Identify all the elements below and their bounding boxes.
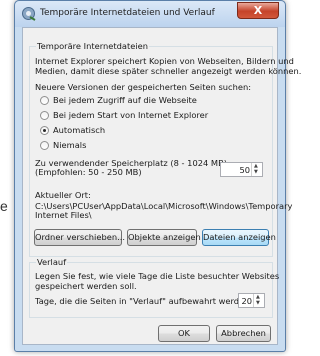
temp-files-legend: Temporäre Internetdateien xyxy=(36,41,149,51)
history-description-line1: Legen Sie fest, wie viele Tage die Liste… xyxy=(35,271,280,281)
disk-space-spinner[interactable]: 50 ▲ ▼ xyxy=(220,162,263,177)
temp-description-line1: Internet Explorer speichert Kopien von W… xyxy=(35,56,294,66)
settings-gear-icon xyxy=(22,7,36,21)
history-days-value: 20 xyxy=(241,296,252,306)
move-folder-button[interactable]: Ordner verschieben... xyxy=(34,229,125,246)
view-objects-button[interactable]: Objekte anzeigen xyxy=(127,229,201,246)
view-files-button[interactable]: Dateien anzeigen xyxy=(202,229,276,246)
radio-never[interactable] xyxy=(40,141,49,150)
history-legend: Verlauf xyxy=(36,257,68,267)
history-description-line2: gespeichert werden soll. xyxy=(35,281,137,291)
location-path-line2: Internet Files\ xyxy=(35,210,92,220)
spin-down-icon[interactable]: ▼ xyxy=(256,301,260,306)
radio-every-start-label[interactable]: Bei jedem Start von Internet Explorer xyxy=(53,110,208,120)
internet-files-dialog: Temporäre Internetdateien und Verlauf X … xyxy=(14,0,301,352)
cancel-button[interactable]: Abbrechen xyxy=(216,325,271,342)
background-text: e xyxy=(0,198,8,214)
radio-every-visit[interactable] xyxy=(40,96,49,105)
radio-every-start[interactable] xyxy=(40,111,49,120)
radio-every-visit-label[interactable]: Bei jedem Zugriff auf die Webseite xyxy=(53,95,197,105)
check-versions-label: Neuere Versionen der gespeicherten Seite… xyxy=(35,82,252,92)
location-label: Aktueller Ort: xyxy=(35,190,91,200)
dialog-content: Temporäre Internetdateien Internet Explo… xyxy=(22,27,301,345)
history-group: Verlauf Legen Sie fest, wie viele Tage d… xyxy=(29,257,279,318)
radio-never-label[interactable]: Niemals xyxy=(53,140,86,150)
close-button[interactable]: X xyxy=(237,2,279,19)
radio-automatic[interactable] xyxy=(40,126,49,135)
disk-space-value: 50 xyxy=(239,165,250,175)
history-days-arrows[interactable]: ▲ ▼ xyxy=(253,294,264,307)
background-window-edge xyxy=(0,0,14,356)
dialog-title: Temporäre Internetdateien und Verlauf xyxy=(40,8,215,18)
radio-automatic-label[interactable]: Automatisch xyxy=(53,125,105,135)
disk-space-label-line2: (Empfohlen: 50 - 250 MB) xyxy=(35,167,142,177)
title-bar[interactable]: Temporäre Internetdateien und Verlauf X xyxy=(15,1,285,27)
spin-down-icon[interactable]: ▼ xyxy=(254,170,258,175)
close-icon: X xyxy=(253,4,263,17)
temp-description-line2: Medien, damit diese später schneller ang… xyxy=(35,66,302,76)
ok-button[interactable]: OK xyxy=(158,325,210,342)
temp-files-group: Temporäre Internetdateien Internet Explo… xyxy=(29,41,301,257)
history-days-spinner[interactable]: 20 ▲ ▼ xyxy=(238,293,265,308)
disk-space-arrows[interactable]: ▲ ▼ xyxy=(251,163,262,176)
history-days-label: Tage, die die Seiten in "Verlauf" aufbew… xyxy=(35,296,253,306)
